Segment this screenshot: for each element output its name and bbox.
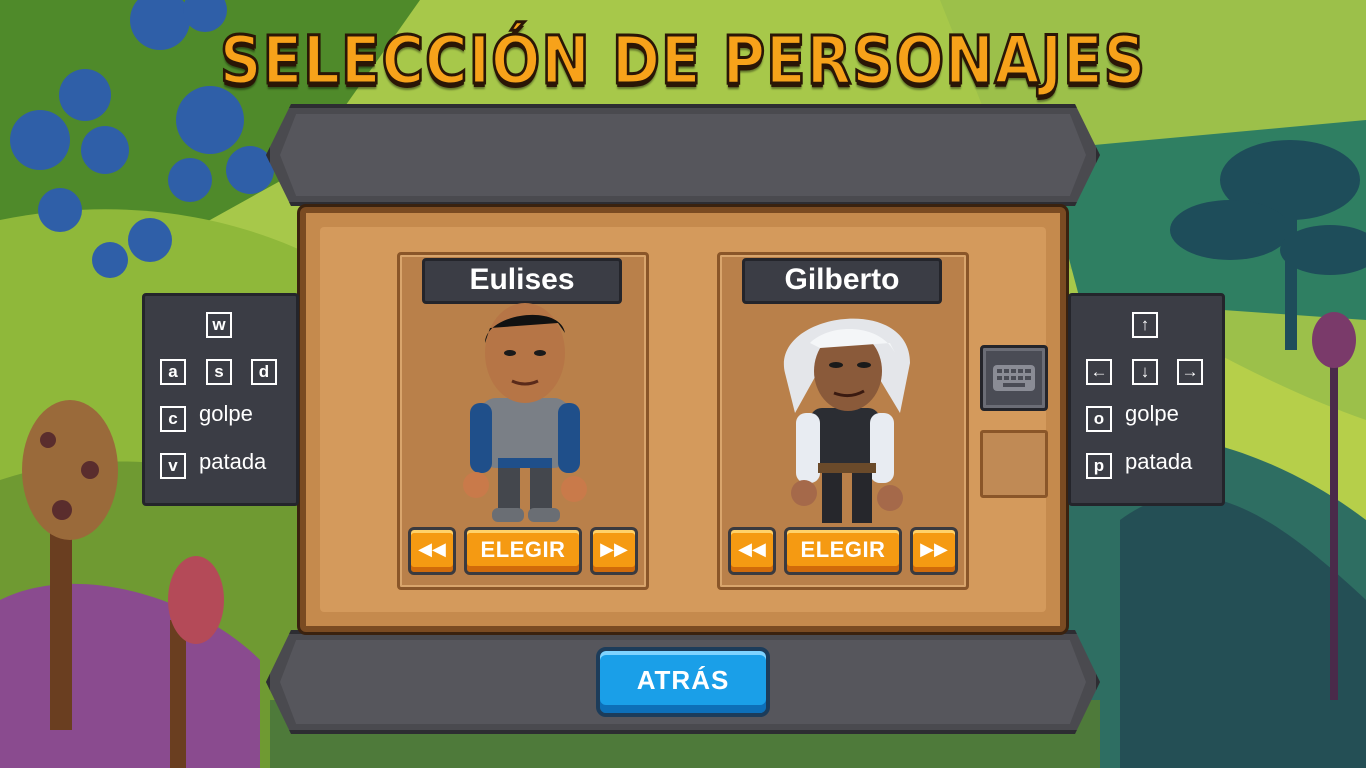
punch-label: golpe [199, 401, 253, 426]
character-name: Gilberto [742, 258, 942, 304]
key-down-arrow: ↓ [1132, 359, 1158, 385]
keyboard-toggle-button[interactable] [980, 345, 1048, 411]
key-kick: v [160, 453, 186, 479]
key-right: d [251, 359, 277, 385]
key-left-arrow: ← [1086, 359, 1112, 385]
key-down: s [206, 359, 232, 385]
top-stone-bar [266, 104, 1100, 206]
key-up: w [206, 312, 232, 338]
kick-label: patada [1125, 449, 1193, 474]
punch-label: golpe [1125, 401, 1179, 426]
character-avatar [783, 318, 910, 523]
next-character-button[interactable]: ▶▶ [590, 527, 638, 575]
select-character-button[interactable]: ELEGIR [464, 527, 582, 575]
player1-character-panel: Eulises ◀◀ ELEGIR ▶▶ [397, 252, 649, 590]
empty-slot [980, 430, 1048, 498]
rewind-icon: ◀◀ [418, 539, 446, 560]
rewind-icon: ◀◀ [738, 539, 766, 560]
prev-character-button[interactable]: ◀◀ [728, 527, 776, 575]
player2-character-panel: Gilberto ◀◀ ELEGIR ▶▶ [717, 252, 969, 590]
key-punch: c [160, 406, 186, 432]
keyboard-icon [993, 365, 1035, 391]
character-avatar [463, 303, 587, 522]
select-character-button[interactable]: ELEGIR [784, 527, 902, 575]
prev-character-button[interactable]: ◀◀ [408, 527, 456, 575]
screen-title: SELECCIÓN DE PERSONAJES [218, 21, 1147, 101]
back-button[interactable]: ATRÁS [596, 647, 770, 717]
key-punch: o [1086, 406, 1112, 432]
key-left: a [160, 359, 186, 385]
player2-controls-panel: ↑ ← ↓ → o golpe p patada [1068, 293, 1225, 506]
key-kick: p [1086, 453, 1112, 479]
next-character-button[interactable]: ▶▶ [910, 527, 958, 575]
fast-forward-icon: ▶▶ [920, 539, 948, 560]
key-right-arrow: → [1177, 359, 1203, 385]
fast-forward-icon: ▶▶ [600, 539, 628, 560]
player1-controls-panel: w a s d c golpe v patada [142, 293, 299, 506]
kick-label: patada [199, 449, 267, 474]
key-up-arrow: ↑ [1132, 312, 1158, 338]
character-name: Eulises [422, 258, 622, 304]
